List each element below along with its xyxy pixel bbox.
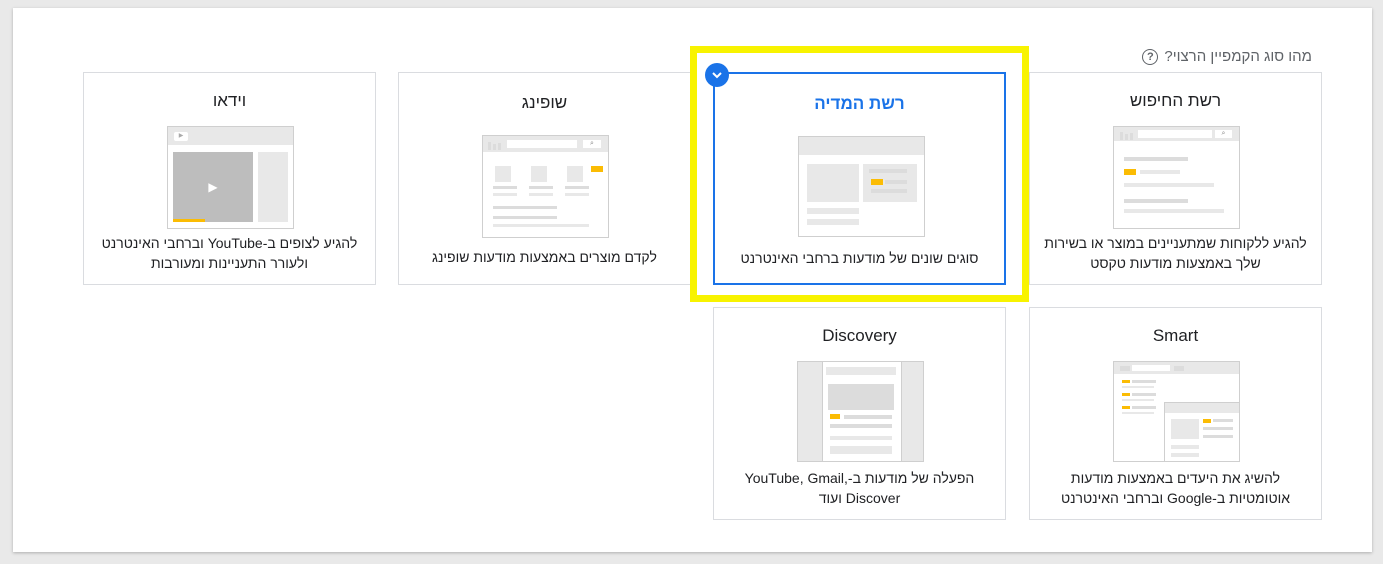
play-icon: ▶ [173, 152, 253, 222]
smart-ad-illustration [1113, 361, 1240, 462]
selected-check-icon [705, 63, 729, 87]
campaign-card-search[interactable]: רשת החיפוש ⌕ להגיע ללקוחות שמתעניינים במ… [1029, 72, 1322, 285]
shopping-ad-illustration: ⌕ [482, 135, 609, 238]
display-ad-illustration [798, 136, 925, 237]
search-ad-illustration: ⌕ [1113, 126, 1240, 229]
card-description: הפעלה של מודעות ב-YouTube, Gmail, Discov… [744, 470, 975, 506]
help-circle-icon[interactable]: ? [1142, 48, 1159, 65]
campaign-card-smart[interactable]: Smart להשיג את היעדים באמצעות מודעות אוט… [1029, 307, 1322, 520]
campaign-type-question: מהו סוג הקמפיין הרצוי? ? [1142, 48, 1312, 65]
card-title: וידאו [212, 91, 247, 110]
campaign-card-shopping[interactable]: שופינג ⌕ לקדם מוצרים באמצעות מודעות שופי… [398, 72, 691, 285]
card-title: Smart [1152, 326, 1199, 345]
card-description: סוגים שונים של מודעות ברחבי האינטרנט [740, 250, 979, 266]
card-description: להשיג את היעדים באמצעות מודעות אוטומטיות… [1060, 470, 1291, 506]
discovery-ad-illustration [797, 361, 924, 462]
card-title: רשת החיפוש [1129, 91, 1222, 110]
card-description: להגיע לצופים ב-YouTube וברחבי האינטרנט ו… [101, 235, 358, 271]
card-description: להגיע ללקוחות שמתעניינים במוצר או בשירות… [1044, 235, 1307, 271]
card-title: שופינג [521, 93, 568, 112]
card-title: Discovery [822, 326, 897, 345]
campaign-card-video[interactable]: וידאו ▶ ▶ להגיע לצופים ב-YouTube וברחבי … [83, 72, 376, 285]
campaign-card-display[interactable]: רשת המדיה סוגים שונים של מודעות ברחבי הא… [713, 72, 1006, 285]
video-ad-illustration: ▶ ▶ [167, 126, 294, 229]
campaign-card-discovery[interactable]: Discovery הפעלה של מודעות ב-YouTube, Gma… [713, 307, 1006, 520]
card-description: לקדם מוצרים באמצעות מודעות שופינג [432, 249, 657, 265]
question-label: מהו סוג הקמפיין הרצוי? [1164, 48, 1312, 65]
card-title: רשת המדיה [814, 94, 905, 113]
